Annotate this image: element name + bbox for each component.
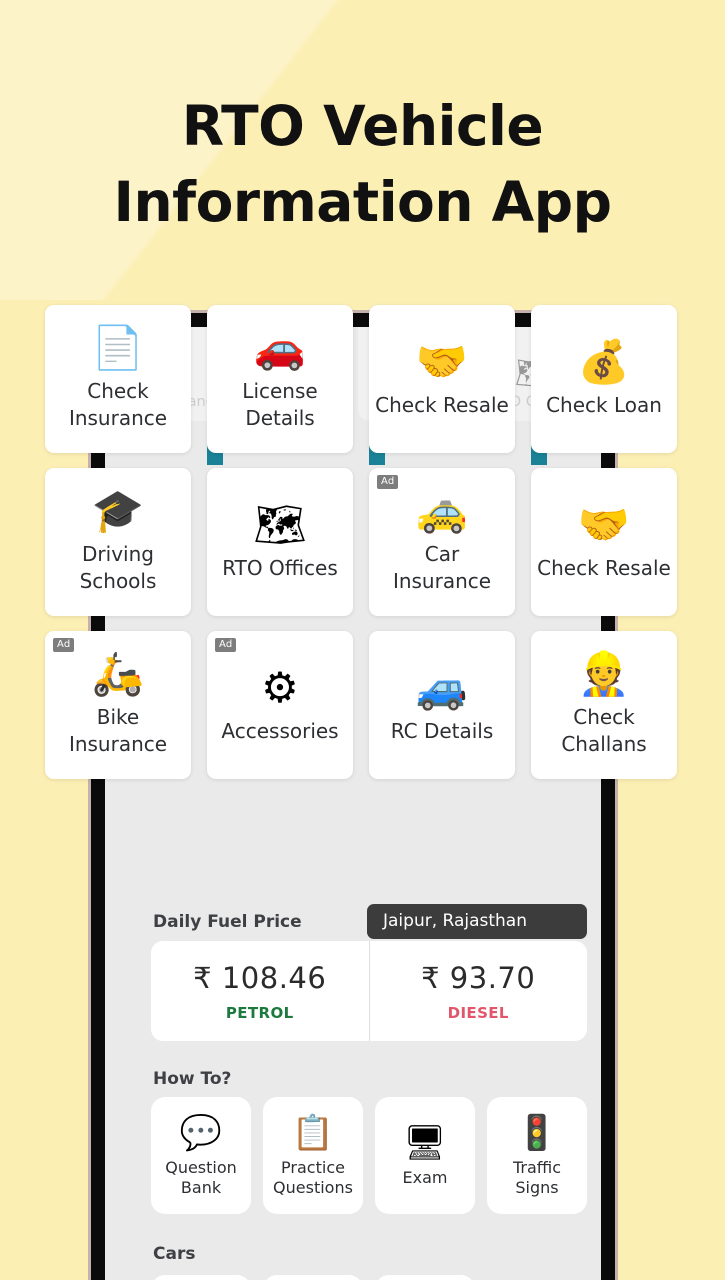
ad-badge: Ad	[377, 475, 399, 489]
feature-card-label: RC Details	[390, 718, 494, 743]
handshake-car-icon: 🤝	[577, 500, 631, 548]
engine-parts-icon: ⚙	[261, 663, 299, 711]
feature-card-label: Check Resale	[375, 392, 509, 417]
how-to-tile-label: Exam	[402, 1167, 448, 1187]
diesel-price-block[interactable]: ₹ 93.70 DIESEL	[368, 941, 588, 1041]
feature-card[interactable]: 🚙 RC Details	[369, 631, 515, 779]
feature-card[interactable]: Ad 🛵 Bike Insurance	[45, 631, 191, 779]
graduation-wheel-icon: 🎓	[91, 487, 145, 534]
car-shield-icon: 🚕	[415, 487, 469, 534]
cars-grid: 🚘 🎯 📒	[151, 1275, 587, 1280]
question-answer-bubble-icon: 💬	[179, 1113, 223, 1152]
how-to-tile[interactable]: 🖥 Exam	[375, 1097, 475, 1214]
feature-card-label: License Details	[242, 379, 318, 430]
insurance-document-icon: 📄	[91, 324, 145, 371]
page-title-line-2: Information App	[113, 170, 612, 234]
car-tile[interactable]: 🎯	[263, 1275, 363, 1280]
traffic-light-icon: 🚦	[515, 1113, 559, 1152]
diesel-price-value: ₹ 93.70	[421, 960, 536, 995]
handshake-car-icon: 🤝	[415, 337, 469, 385]
feature-card[interactable]: 📄 Check Insurance	[45, 305, 191, 453]
how-to-section-title: How To?	[153, 1069, 232, 1089]
loan-document-car-icon: 💰	[577, 337, 631, 385]
car-dmv-document-icon: 🚙	[415, 663, 469, 711]
traffic-officer-icon: 👷	[577, 650, 631, 697]
how-to-grid: 💬 Question Bank 📋 Practice Questions 🖥 Exam 🚦 T…	[151, 1097, 587, 1214]
feature-card[interactable]: 🤝 Check Resale	[531, 468, 677, 616]
how-to-tile-label: Practice Questions	[273, 1157, 353, 1197]
desktop-monitor-icon: 🖥	[403, 1123, 447, 1162]
road-map-pins-icon: 🗺	[253, 500, 307, 548]
petrol-label: PETROL	[225, 1003, 294, 1022]
city-selector-chip[interactable]: Jaipur, Rajasthan	[367, 904, 587, 939]
car-tile[interactable]: 🚘	[151, 1275, 251, 1280]
feature-card-label: Check Loan	[546, 392, 662, 417]
petrol-price-value: ₹ 108.46	[193, 960, 327, 995]
feature-card-label: Check Resale	[537, 555, 671, 580]
petrol-price-block[interactable]: ₹ 108.46 PETROL	[151, 941, 369, 1041]
how-to-tile[interactable]: 💬 Question Bank	[151, 1097, 251, 1214]
how-to-tile-label: Traffic Signs	[512, 1157, 562, 1197]
feature-card[interactable]: 🗺 RTO Offices	[207, 468, 353, 616]
checklist-clock-icon: 📋	[291, 1113, 335, 1152]
feature-card-label: Bike Insurance	[68, 705, 168, 756]
car-tile[interactable]: 📒	[375, 1275, 475, 1280]
how-to-tile-label: Question Bank	[165, 1157, 237, 1197]
feature-card-label: Check Insurance	[68, 379, 168, 430]
feature-card-label: Check Challans	[561, 705, 647, 756]
cars-section-title: Cars	[153, 1244, 196, 1264]
diesel-label: DIESEL	[447, 1003, 509, 1022]
daily-fuel-price-title: Daily Fuel Price	[153, 911, 302, 932]
ad-badge: Ad	[53, 638, 75, 652]
feature-card[interactable]: Ad 🚕 Car Insurance	[369, 468, 515, 616]
feature-card[interactable]: 🤝 Check Resale	[369, 305, 515, 453]
feature-card[interactable]: Ad ⚙ Accessories	[207, 631, 353, 779]
feature-card-label: Driving Schools	[79, 542, 157, 593]
scooter-shield-icon: 🛵	[91, 650, 145, 697]
feature-card[interactable]: 🚗 License Details	[207, 305, 353, 453]
feature-card-grid: 📄 Check Insurance 🚗 License Details 🤝 Check R…	[45, 305, 677, 779]
page-title-line-1: RTO Vehicle	[181, 94, 544, 158]
license-card-car-icon: 🚗	[253, 324, 307, 371]
ad-badge: Ad	[215, 638, 237, 652]
how-to-tile[interactable]: 🚦 Traffic Signs	[487, 1097, 587, 1214]
feature-card[interactable]: 🎓 Driving Schools	[45, 468, 191, 616]
daily-fuel-price-header: Daily Fuel Price Jaipur, Rajasthan	[153, 904, 587, 939]
car-tile-placeholder	[487, 1275, 587, 1280]
feature-card-label: Accessories	[221, 718, 339, 743]
feature-card-label: Car Insurance	[392, 542, 492, 593]
feature-card[interactable]: 👷 Check Challans	[531, 631, 677, 779]
how-to-tile[interactable]: 📋 Practice Questions	[263, 1097, 363, 1214]
feature-card[interactable]: 💰 Check Loan	[531, 305, 677, 453]
fuel-price-card: ₹ 108.46 PETROL ₹ 93.70 DIESEL	[151, 941, 587, 1041]
page-title: RTO Vehicle Information App	[0, 88, 725, 240]
feature-card-label: RTO Offices	[222, 555, 338, 580]
